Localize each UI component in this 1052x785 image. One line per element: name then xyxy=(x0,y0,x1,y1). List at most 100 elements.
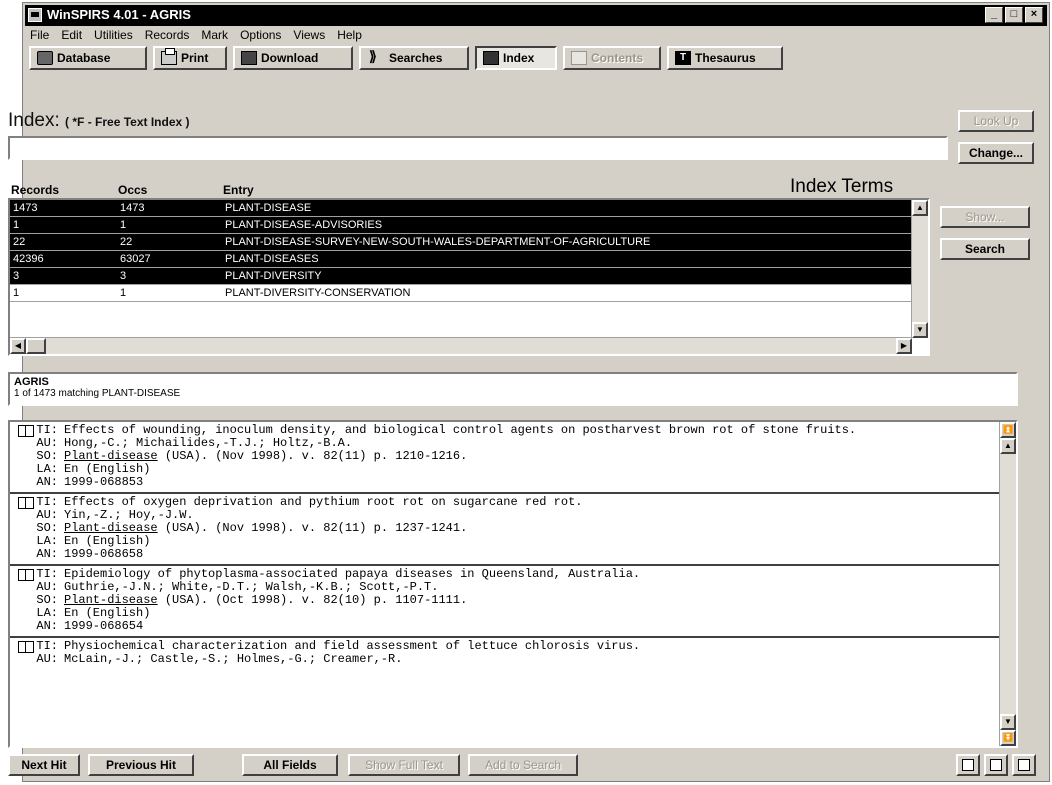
record-title: Effects of oxygen deprivation and pythiu… xyxy=(64,495,583,509)
searches-label: Searches xyxy=(389,51,443,65)
scroll-right-icon[interactable]: ▶ xyxy=(896,338,912,354)
index-button[interactable]: Index xyxy=(475,46,557,70)
records-column-header[interactable]: Records xyxy=(11,183,59,197)
show-button[interactable]: Show... xyxy=(940,206,1030,228)
record-entry[interactable]: TI: Effects of wounding, inoculum density… xyxy=(10,422,1016,494)
entry-cell: PLANT-DISEASE-ADVISORIES xyxy=(225,219,383,231)
records-cell: 1 xyxy=(13,287,20,299)
change-button[interactable]: Change... xyxy=(958,142,1034,164)
index-heading: Index: ( *F - Free Text Index ) xyxy=(8,110,190,132)
index-horizontal-scrollbar[interactable]: ◀ ▶ xyxy=(10,337,912,354)
thesaurus-label: Thesaurus xyxy=(695,51,756,65)
book-icon[interactable] xyxy=(18,641,34,653)
download-button[interactable]: Download xyxy=(233,46,353,70)
next-hit-button[interactable]: Next Hit xyxy=(8,754,80,776)
scroll-bottom-icon[interactable]: ⏬ xyxy=(1000,730,1016,746)
database-button[interactable]: Database xyxy=(29,46,147,70)
show-full-text-button[interactable]: Show Full Text xyxy=(348,754,460,776)
menu-help[interactable]: Help xyxy=(336,27,363,45)
menu-views[interactable]: Views xyxy=(292,27,326,45)
printer-icon xyxy=(161,48,177,65)
record-accession: 1999-068853 xyxy=(64,475,144,489)
record-entry[interactable]: TI: Physiochemical characterization and f… xyxy=(10,638,1016,669)
source-link[interactable]: Plant-disease xyxy=(64,521,158,535)
source-link[interactable]: Plant-disease xyxy=(64,593,158,607)
book-icon[interactable] xyxy=(18,497,34,509)
print-label: Print xyxy=(181,51,209,65)
index-row[interactable]: 3 3 PLANT-DIVERSITY xyxy=(10,268,928,285)
menu-file[interactable]: File xyxy=(29,27,50,45)
view-mode-button[interactable] xyxy=(1012,754,1036,776)
previous-hit-button[interactable]: Previous Hit xyxy=(88,754,194,776)
scroll-up-icon[interactable]: ▲ xyxy=(1000,438,1016,454)
thesaurus-icon xyxy=(675,51,691,65)
records-vertical-scrollbar[interactable]: ⏫ ▲ ▼ ⏬ xyxy=(999,422,1016,746)
index-row[interactable]: 1 1 PLANT-DIVERSITY-CONSERVATION xyxy=(10,285,928,302)
menu-mark[interactable]: Mark xyxy=(200,27,229,45)
scroll-down-icon[interactable]: ▼ xyxy=(1000,714,1016,730)
records-cell: 3 xyxy=(13,270,20,282)
book-icon[interactable] xyxy=(18,569,34,581)
index-terms-label: Index Terms xyxy=(790,176,894,197)
scroll-up-icon[interactable]: ▲ xyxy=(912,200,928,216)
results-database-name: AGRIS xyxy=(14,376,49,388)
minimize-icon[interactable]: _ xyxy=(985,7,1003,23)
menu-options[interactable]: Options xyxy=(239,27,282,45)
scroll-top-icon[interactable]: ⏫ xyxy=(1000,422,1016,438)
menu-utilities[interactable]: Utilities xyxy=(93,27,134,45)
index-vertical-scrollbar[interactable]: ▲ ▼ xyxy=(911,200,928,338)
searches-button[interactable]: Searches xyxy=(359,46,469,70)
index-row[interactable]: 42396 63027 PLANT-DISEASES xyxy=(10,251,928,268)
occs-cell: 1 xyxy=(120,287,127,299)
search-button[interactable]: Search xyxy=(940,238,1030,260)
index-term-input[interactable] xyxy=(8,136,948,160)
entry-cell: PLANT-DISEASE xyxy=(225,202,312,214)
records-cell: 22 xyxy=(13,236,26,248)
scroll-down-icon[interactable]: ▼ xyxy=(912,322,928,338)
occs-cell: 1 xyxy=(120,219,127,231)
scroll-thumb[interactable] xyxy=(26,338,46,354)
view-mode-button[interactable] xyxy=(956,754,980,776)
index-subtitle: ( *F - Free Text Index ) xyxy=(65,115,190,129)
entry-cell: PLANT-DISEASE-SURVEY-NEW-SOUTH-WALES-DEP… xyxy=(225,236,651,248)
menu-edit[interactable]: Edit xyxy=(60,27,83,45)
index-row[interactable]: 22 22 PLANT-DISEASE-SURVEY-NEW-SOUTH-WAL… xyxy=(10,234,928,251)
occs-column-header[interactable]: Occs xyxy=(118,183,147,197)
record-entry[interactable]: TI: Epidemiology of phytoplasma-associate… xyxy=(10,566,1016,638)
records-cell: 1 xyxy=(13,219,20,231)
book-icon[interactable] xyxy=(18,425,34,437)
record-entry[interactable]: TI: Effects of oxygen deprivation and pyt… xyxy=(10,494,1016,566)
view-mode-button[interactable] xyxy=(984,754,1008,776)
index-row[interactable]: 1473 1473 PLANT-DISEASE xyxy=(10,200,928,217)
record-language: En (English) xyxy=(64,606,151,620)
app-icon xyxy=(28,8,42,22)
database-icon xyxy=(37,51,53,65)
menu-records[interactable]: Records xyxy=(144,27,191,45)
entry-column-header[interactable]: Entry xyxy=(223,183,254,197)
occs-cell: 1473 xyxy=(120,202,145,214)
source-link[interactable]: Plant-disease xyxy=(64,449,158,463)
contents-button[interactable]: Contents xyxy=(563,46,661,70)
look-up-button[interactable]: Look Up xyxy=(958,110,1034,132)
index-row[interactable]: 1 1 PLANT-DISEASE-ADVISORIES xyxy=(10,217,928,234)
list-view-icon xyxy=(962,759,974,771)
records-cell: 1473 xyxy=(13,202,38,214)
all-fields-button[interactable]: All Fields xyxy=(242,754,338,776)
accession-tag: AN: xyxy=(36,619,58,633)
record-accession: 1999-068658 xyxy=(64,547,144,561)
add-to-search-button[interactable]: Add to Search xyxy=(468,754,578,776)
title-bar: WinSPIRS 4.01 - AGRIS _ □ × xyxy=(25,5,1047,26)
record-view-icon xyxy=(990,759,1002,771)
thesaurus-button[interactable]: Thesaurus xyxy=(667,46,783,70)
database-label: Database xyxy=(57,51,111,65)
menu-bar: File Edit Utilities Records Mark Options… xyxy=(29,27,363,45)
print-button[interactable]: Print xyxy=(153,46,227,70)
records-pane: TI: Effects of wounding, inoculum density… xyxy=(8,420,1018,748)
maximize-icon[interactable]: □ xyxy=(1005,7,1023,23)
window-controls: _ □ × xyxy=(985,7,1043,23)
entry-cell: PLANT-DIVERSITY-CONSERVATION xyxy=(225,287,411,299)
close-icon[interactable]: × xyxy=(1025,7,1043,23)
index-title: Index: xyxy=(8,110,60,131)
contents-label: Contents xyxy=(591,51,643,65)
scroll-left-icon[interactable]: ◀ xyxy=(10,338,26,354)
